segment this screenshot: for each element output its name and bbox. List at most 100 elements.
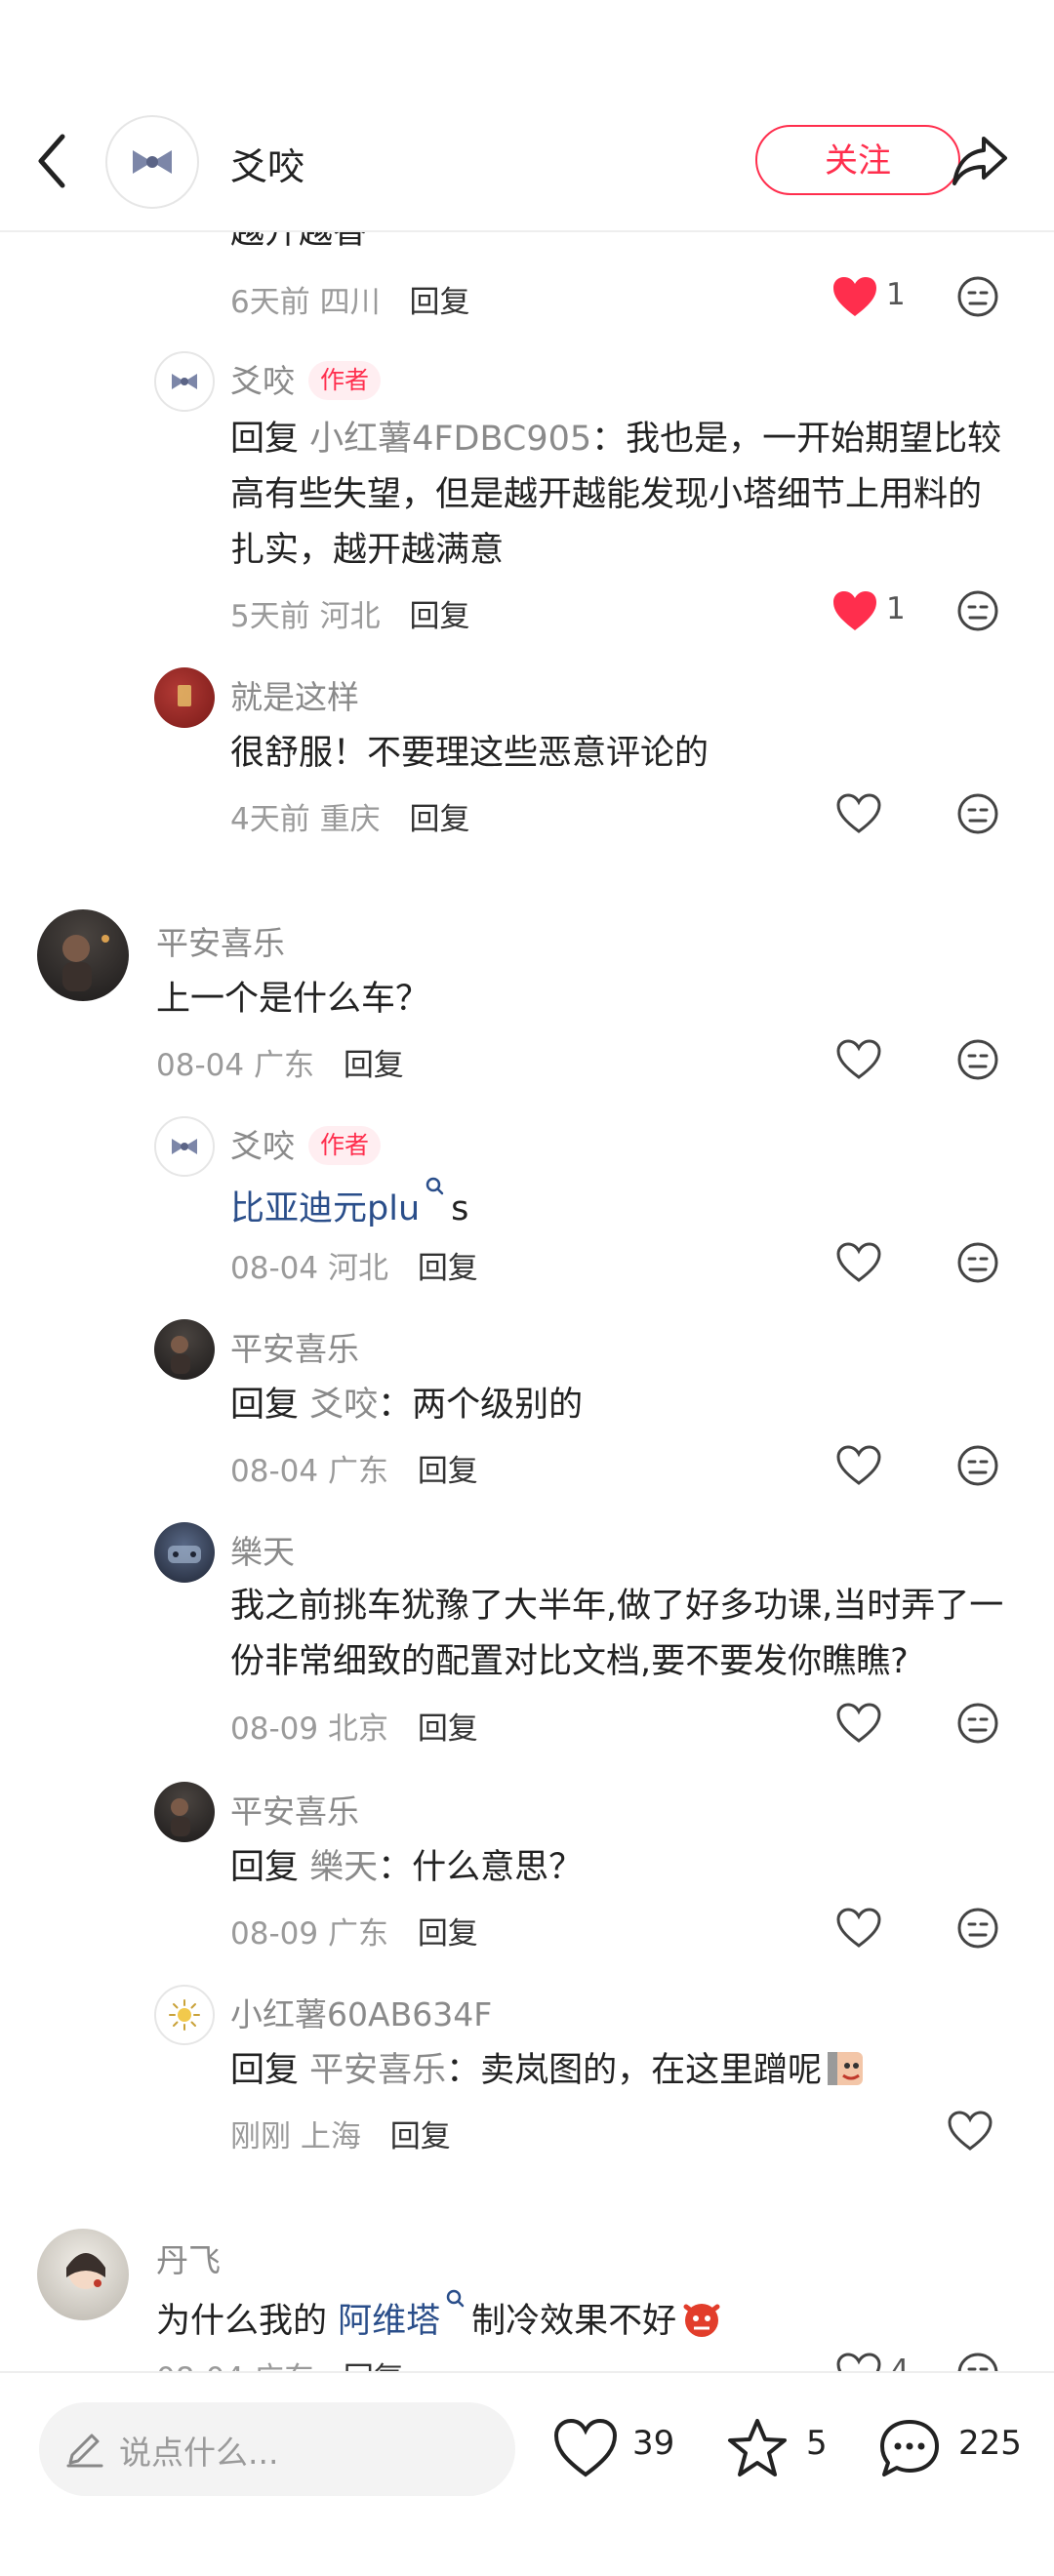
user-name[interactable]: 爻咬 bbox=[230, 1127, 295, 1165]
search-icon[interactable] bbox=[444, 2287, 467, 2314]
avatar[interactable] bbox=[154, 667, 215, 728]
emoji-reaction-icon[interactable] bbox=[956, 1702, 999, 1745]
avatar[interactable] bbox=[37, 2229, 129, 2320]
avatar[interactable] bbox=[154, 1985, 215, 2045]
header-avatar[interactable] bbox=[105, 115, 199, 209]
like-count: 39 bbox=[632, 2424, 675, 2463]
text-line: 制冷效果不好 bbox=[471, 2302, 677, 2341]
emoji-reaction-icon[interactable] bbox=[956, 589, 999, 632]
topic-link[interactable]: 比亚迪元plu bbox=[230, 1189, 420, 1228]
comment-feed[interactable]: 越开越香 6天前 四川 回复 1 爻咬 作者 回复 小红薯4FDBC905：我也是… bbox=[0, 0, 1054, 2371]
reply-label: 回复 bbox=[230, 420, 300, 459]
user-name[interactable]: 爻咬 bbox=[230, 362, 295, 400]
reply-to-user[interactable]: 平安喜乐 bbox=[309, 2051, 446, 2090]
reply-button[interactable]: 回复 bbox=[418, 1711, 478, 1747]
comment-region: 四川 bbox=[319, 285, 381, 320]
user-name[interactable]: 小红薯60AB634F bbox=[230, 1989, 492, 2035]
heart-icon[interactable] bbox=[835, 2352, 882, 2371]
comment-text: 回复 平安喜乐：卖岚图的，在这里蹭呢 bbox=[230, 2043, 867, 2099]
like-count: 1 bbox=[886, 591, 906, 626]
star-icon[interactable] bbox=[724, 2416, 790, 2482]
avatar[interactable] bbox=[154, 1782, 215, 1842]
reply-button[interactable]: 回复 bbox=[418, 1454, 478, 1489]
avatar[interactable] bbox=[37, 909, 129, 1001]
user-name[interactable]: 樂天 bbox=[230, 1526, 295, 1573]
heart-icon[interactable] bbox=[835, 1241, 882, 1284]
comment-meta: 5天前 河北 回复 bbox=[230, 591, 469, 635]
topic-link[interactable]: 阿维塔 bbox=[338, 2302, 440, 2341]
comment-time: 08-04 bbox=[156, 1048, 245, 1083]
user-name[interactable]: 丹飞 bbox=[156, 2234, 221, 2281]
reply-button[interactable]: 回复 bbox=[344, 1048, 404, 1083]
comment-text: 上一个是什么车？ bbox=[156, 980, 430, 1019]
avatar-image bbox=[66, 2253, 105, 2289]
user-name[interactable]: 平安喜乐 bbox=[230, 1786, 359, 1832]
reply-label: 回复 bbox=[230, 1848, 300, 1887]
user-name[interactable]: 平安喜乐 bbox=[230, 1323, 359, 1370]
author-badge: 作者 bbox=[308, 1126, 382, 1165]
comment-user-name[interactable]: 爻咬 作者 bbox=[230, 355, 382, 402]
comment-time: 6天前 bbox=[230, 285, 310, 320]
reply-label: 回复 bbox=[230, 2051, 300, 2090]
reply-button[interactable]: 回复 bbox=[418, 1916, 478, 1952]
comment-time: 08-04 bbox=[156, 2361, 244, 2371]
reply-button[interactable]: 回复 bbox=[418, 1251, 478, 1286]
heart-filled-icon[interactable] bbox=[831, 589, 878, 632]
reply-to-user[interactable]: 樂天 bbox=[309, 1848, 378, 1887]
comment-count: 225 bbox=[958, 2424, 1022, 2463]
back-arrow-icon[interactable] bbox=[29, 127, 76, 195]
comment-bubble-icon[interactable] bbox=[876, 2416, 943, 2482]
header-user-name[interactable]: 爻咬 bbox=[230, 137, 304, 190]
author-badge: 作者 bbox=[308, 361, 382, 400]
heart-icon[interactable] bbox=[835, 792, 882, 835]
emoji-reaction-icon[interactable] bbox=[956, 275, 999, 318]
follow-button[interactable]: 关注 bbox=[755, 125, 960, 195]
heart-filled-icon[interactable] bbox=[831, 275, 878, 318]
comment-meta: 08-09 广东 回复 bbox=[230, 1909, 478, 1952]
comment-meta: 08-04 广东 回复 bbox=[156, 2354, 404, 2371]
comment-text: 我之前挑车犹豫了大半年,做了好多功课,当时弄了一 份非常细致的配置对比文档,要不… bbox=[230, 1579, 1003, 1690]
emoji-reaction-icon[interactable] bbox=[956, 1038, 999, 1081]
avatar[interactable] bbox=[154, 1116, 215, 1177]
text-line: ：两个级别的 bbox=[378, 1386, 584, 1425]
text-tail: s bbox=[451, 1189, 469, 1228]
reply-button[interactable]: 回复 bbox=[390, 2119, 451, 2154]
avatar[interactable] bbox=[154, 1319, 215, 1380]
user-name[interactable]: 平安喜乐 bbox=[156, 917, 285, 964]
reply-button[interactable]: 回复 bbox=[409, 802, 469, 837]
reply-to-user[interactable]: 小红薯4FDBC905 bbox=[309, 420, 591, 459]
emoji-reaction-icon[interactable] bbox=[956, 1444, 999, 1487]
avatar-image bbox=[178, 685, 191, 706]
reply-to-user[interactable]: 爻咬 bbox=[309, 1386, 378, 1425]
share-icon[interactable] bbox=[949, 129, 1011, 191]
emoji-reaction-icon[interactable] bbox=[956, 1907, 999, 1950]
heart-icon[interactable] bbox=[835, 1038, 882, 1081]
comment-user-name[interactable]: 爻咬 作者 bbox=[230, 1120, 382, 1167]
avatar[interactable] bbox=[154, 351, 215, 412]
search-icon[interactable] bbox=[424, 1175, 447, 1202]
emoji-reaction-icon[interactable] bbox=[956, 2352, 999, 2371]
comment-time: 08-04 bbox=[230, 1454, 319, 1489]
comment-text: 为什么我的 阿维塔 制冷效果不好 bbox=[156, 2287, 723, 2350]
heart-icon[interactable] bbox=[947, 2110, 993, 2153]
comment-time: 08-09 bbox=[230, 1916, 319, 1952]
comment-time: 刚刚 bbox=[230, 2119, 291, 2154]
top-bar: 爻咬 关注 bbox=[0, 0, 1054, 232]
comment-input[interactable]: 说点什么... bbox=[39, 2402, 515, 2496]
avatar-image bbox=[171, 1336, 190, 1374]
avatar-image bbox=[171, 1798, 190, 1836]
comment-text: 回复 爻咬：两个级别的 bbox=[230, 1378, 583, 1433]
heart-icon[interactable] bbox=[552, 2416, 619, 2482]
emoji-reaction-icon[interactable] bbox=[956, 1241, 999, 1284]
emoji-reaction-icon[interactable] bbox=[956, 792, 999, 835]
heart-icon[interactable] bbox=[835, 1444, 882, 1487]
comment-region: 广东 bbox=[327, 1454, 388, 1489]
avatar[interactable] bbox=[154, 1522, 215, 1583]
heart-icon[interactable] bbox=[835, 1907, 882, 1950]
reply-button[interactable]: 回复 bbox=[344, 2361, 404, 2371]
text-line: 为什么我的 bbox=[156, 2302, 328, 2341]
heart-icon[interactable] bbox=[835, 1702, 882, 1745]
user-name[interactable]: 就是这样 bbox=[230, 671, 359, 718]
reply-button[interactable]: 回复 bbox=[409, 599, 469, 634]
reply-button[interactable]: 回复 bbox=[409, 285, 469, 320]
